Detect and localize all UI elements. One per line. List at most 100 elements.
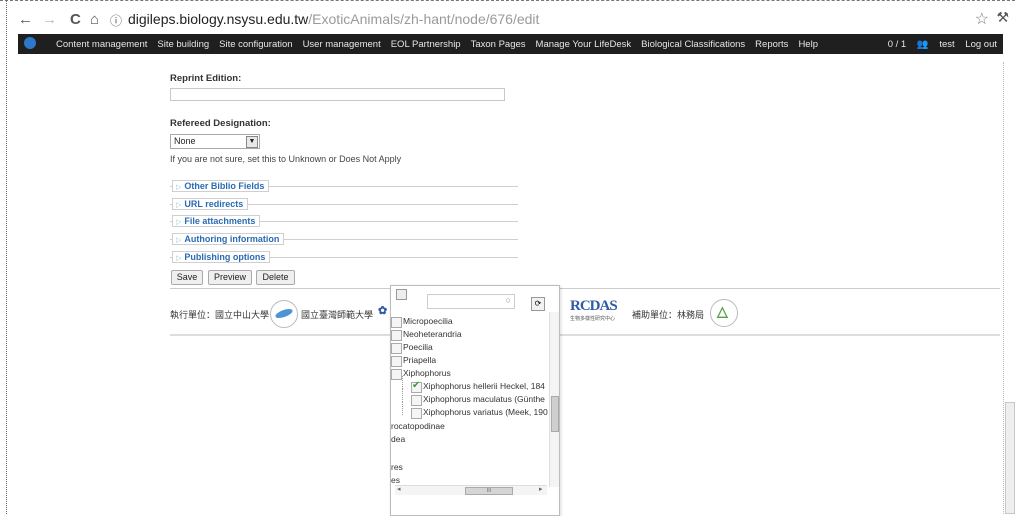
search-icon: ○: [505, 295, 511, 305]
tree-checkbox[interactable]: [411, 395, 422, 406]
ntnu-logo-icon[interactable]: ✿: [378, 304, 387, 317]
admin-user-area: 0 / 1 👥 test Log out: [872, 39, 997, 50]
admin-menu-item[interactable]: EOL Partnership: [391, 39, 461, 50]
drupal-logo-icon[interactable]: [24, 37, 36, 49]
admin-menu-items: Content management Site building Site conf…: [56, 39, 828, 50]
bookmark-star-icon[interactable]: ☆: [975, 9, 989, 29]
reprint-edition-input[interactable]: [170, 88, 505, 101]
admin-menu-item[interactable]: User management: [303, 39, 381, 50]
admin-menu-item[interactable]: Content management: [56, 39, 147, 50]
expand-icon: ▷: [176, 184, 182, 191]
scroll-left-icon[interactable]: ◂: [397, 485, 401, 493]
select-value: None: [174, 136, 196, 146]
wrench-menu-icon[interactable]: ⚒: [996, 9, 1009, 26]
tree-item-label[interactable]: Xiphophorus variatus (Meek, 190: [423, 407, 548, 417]
tree-connector: [402, 376, 403, 389]
expand-icon: ▷: [176, 237, 182, 244]
home-icon[interactable]: ⌂: [90, 11, 99, 28]
taxonomy-tree: Micropoecilia Neoheterandria Poecilia Priap…: [391, 312, 549, 485]
dashed-border-top: [0, 0, 1015, 1]
refereed-designation-label: Refereed Designation:: [170, 118, 271, 129]
tree-checkbox[interactable]: [391, 317, 402, 328]
tree-checkbox[interactable]: [391, 330, 402, 341]
url-host: digileps.biology.nsysu.edu.tw: [128, 11, 309, 27]
dashed-border-left: [6, 0, 7, 514]
fieldset-legend: ▷ Authoring information: [172, 233, 285, 245]
user-counter: 0 / 1 👥: [887, 39, 929, 50]
tree-item-label[interactable]: Poecilia: [403, 342, 433, 352]
tree-item-label[interactable]: Xiphophorus maculatus (Günthe: [423, 394, 545, 404]
page-scroll-thumb[interactable]: [1005, 402, 1015, 514]
footer-partner-label: 國立臺灣師範大學: [301, 310, 374, 320]
fieldset-legend: ▷ Other Biblio Fields: [172, 180, 270, 192]
tree-checkbox[interactable]: [391, 343, 402, 354]
footer-divider: [170, 288, 1000, 289]
footer-funding-label: 補助單位：林務局: [632, 310, 705, 320]
tree-item-label[interactable]: Xiphophorus hellerii Heckel, 184: [423, 381, 545, 391]
admin-menu-item[interactable]: Site configuration: [219, 39, 292, 50]
footer-bottom-line: [170, 334, 1000, 336]
tree-checkbox[interactable]: [411, 408, 422, 419]
expand-icon: ▷: [176, 202, 182, 209]
refereed-designation-select[interactable]: None ▼: [170, 134, 260, 149]
tree-checkbox[interactable]: [391, 356, 402, 367]
tree-item-label[interactable]: es: [391, 475, 400, 485]
tree-vertical-scrollbar[interactable]: [549, 312, 559, 487]
tree-horizontal-scrollbar[interactable]: ◂ III ▸: [395, 485, 547, 495]
tree-checkbox[interactable]: [411, 380, 422, 393]
tree-item-label[interactable]: rocatopodinae: [391, 421, 445, 431]
admin-menu-bar: Content management Site building Site conf…: [18, 34, 1003, 54]
footer-exec-label: 執行單位：國立中山大學: [170, 310, 270, 320]
forestry-bureau-logo-icon[interactable]: [710, 299, 738, 327]
logout-link[interactable]: Log out: [965, 39, 997, 50]
fieldset-legend: ▷ URL redirects: [172, 198, 249, 210]
delete-button[interactable]: Delete: [256, 270, 295, 285]
page-info-icon[interactable]: ⓘ: [110, 12, 122, 29]
users-icon: 👥: [916, 39, 929, 50]
tree-connector: [402, 402, 403, 415]
fieldset-publishing-options[interactable]: ▷ Publishing options: [170, 251, 518, 270]
tree-toggle-icon[interactable]: [396, 289, 407, 300]
tree-search-input[interactable]: ○: [427, 294, 515, 309]
fieldset-legend: ▷ Publishing options: [172, 251, 271, 263]
scroll-thumb[interactable]: [551, 396, 559, 432]
refereed-help-text: If you are not sure, set this to Unknown…: [170, 154, 402, 164]
rcdas-logo-text: RCDAS: [570, 298, 618, 314]
back-icon[interactable]: ←: [18, 11, 33, 28]
tree-connector: [402, 389, 403, 402]
address-bar[interactable]: digileps.biology.nsysu.edu.tw/ExoticAnim…: [128, 11, 539, 27]
chevron-down-icon: ▼: [246, 136, 258, 148]
tree-item-label[interactable]: res: [391, 462, 403, 472]
admin-menu-item[interactable]: Manage Your LifeDesk: [536, 39, 632, 50]
tree-item-label[interactable]: Priapella: [403, 355, 436, 365]
browser-toolbar: ← → C ⌂ ⓘ digileps.biology.nsysu.edu.tw/…: [18, 4, 1015, 32]
tree-item-label[interactable]: Xiphophorus: [403, 368, 451, 378]
admin-menu-item[interactable]: Help: [798, 39, 818, 50]
scroll-thumb[interactable]: III: [465, 487, 513, 495]
rcdas-logo[interactable]: RCDAS 生物多樣性研究中心: [570, 298, 620, 322]
url-path: /ExoticAnimals/zh-hant/node/676/edit: [308, 11, 540, 27]
tree-item-label[interactable]: dea: [391, 434, 405, 444]
user-name-link[interactable]: test: [939, 39, 954, 50]
expand-icon: ▷: [176, 219, 182, 226]
admin-menu-item[interactable]: Biological Classifications: [641, 39, 745, 50]
admin-menu-item[interactable]: Taxon Pages: [471, 39, 526, 50]
fieldset-legend: ▷ File attachments: [172, 215, 261, 227]
reload-icon[interactable]: C: [70, 11, 81, 28]
nsysu-logo-icon[interactable]: [270, 300, 298, 328]
page-vertical-scrollbar[interactable]: [1003, 62, 1015, 514]
tree-checkbox[interactable]: [391, 369, 402, 380]
reprint-edition-label: Reprint Edition:: [170, 73, 242, 84]
scroll-right-icon[interactable]: ▸: [539, 485, 543, 493]
save-button[interactable]: Save: [171, 270, 203, 285]
tree-item-label[interactable]: Micropoecilia: [403, 316, 453, 326]
forward-icon[interactable]: →: [42, 11, 57, 28]
rcdas-logo-subtext: 生物多樣性研究中心: [570, 316, 616, 322]
preview-button[interactable]: Preview: [208, 270, 252, 285]
expand-icon: ▷: [176, 255, 182, 262]
tree-item-label[interactable]: Neoheterandria: [403, 329, 462, 339]
taxonomy-tree-popup[interactable]: ○ ⟳ Micropoecilia Neoheterandria Poecilia P…: [390, 285, 560, 516]
admin-menu-item[interactable]: Reports: [755, 39, 788, 50]
refresh-icon[interactable]: ⟳: [531, 297, 545, 311]
admin-menu-item[interactable]: Site building: [157, 39, 209, 50]
